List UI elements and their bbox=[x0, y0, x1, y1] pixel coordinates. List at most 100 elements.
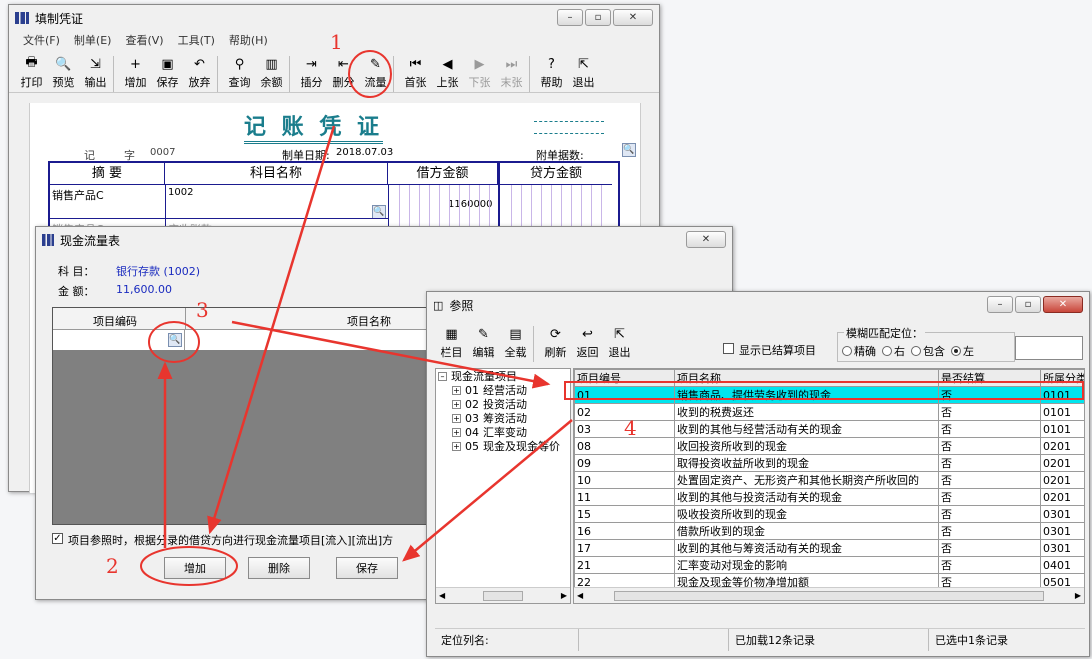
menu-item[interactable]: 工具(T) bbox=[178, 32, 215, 48]
table-row[interactable]: 02 收到的税费返还否 0101 bbox=[574, 403, 1084, 421]
toolbar-button[interactable]: ▣ 保存 bbox=[151, 54, 183, 92]
tree-scrollbar[interactable]: ◀ ▶ bbox=[436, 587, 570, 603]
fuzzy-match-group: 模糊匹配定位： 精确 右 包含 左 bbox=[837, 325, 1015, 362]
expand-icon[interactable]: + bbox=[452, 427, 461, 437]
minimize-button[interactable]: – bbox=[557, 9, 583, 26]
tree-item[interactable]: +04 汇率变动 bbox=[436, 425, 570, 439]
toolbar-button[interactable]: ✎ 编辑 bbox=[467, 324, 499, 362]
tree-item[interactable]: +05 现金及现金等价 bbox=[436, 439, 570, 453]
maximize-button[interactable]: ▫ bbox=[585, 9, 611, 26]
table-row[interactable]: 11 收到的其他与投资活动有关的现金否 0201 bbox=[574, 488, 1084, 506]
table-row[interactable]: 10 处置固定资产、无形资产和其他长期资产所收回的否 0201 bbox=[574, 471, 1084, 489]
fuzzy-option[interactable]: 右 bbox=[882, 343, 905, 359]
scroll-right-icon[interactable]: ▶ bbox=[561, 591, 567, 600]
row1-summary[interactable]: 销售产品C bbox=[52, 187, 104, 203]
menu-item[interactable]: 帮助(H) bbox=[229, 32, 268, 48]
toolbar-button[interactable]: ▦ 栏目 bbox=[435, 324, 467, 362]
tree-item[interactable]: +03 筹资活动 bbox=[436, 411, 570, 425]
toolbar-button[interactable]: 🔍 预览 bbox=[47, 54, 79, 92]
tree-root[interactable]: – 现金流量项目 bbox=[436, 369, 570, 383]
reference-checkbox[interactable]: ✓ bbox=[52, 533, 63, 544]
expand-icon[interactable]: + bbox=[452, 385, 461, 395]
delete-button[interactable]: 删除 bbox=[248, 557, 310, 579]
toolbar-button[interactable]: ⟳ 刷新 bbox=[539, 324, 571, 362]
voucher-number[interactable]: 0007 bbox=[150, 147, 175, 158]
project-lookup-icon[interactable]: 🔍 bbox=[168, 333, 182, 347]
toolbar-button[interactable]: ▤ 全载 bbox=[499, 324, 531, 362]
fuzzy-option[interactable]: 左 bbox=[951, 343, 974, 359]
project-code-input[interactable] bbox=[53, 330, 185, 350]
toolbar-button[interactable]: ⇥ 插分 bbox=[295, 54, 327, 92]
maximize-button[interactable]: ▫ bbox=[1015, 296, 1041, 313]
close-button[interactable]: ✕ bbox=[1043, 296, 1083, 313]
toolbar-button[interactable]: ⇤ 删分 bbox=[327, 54, 359, 92]
table-cell-settled: 否 bbox=[938, 403, 1041, 421]
row1-account[interactable]: 1002 bbox=[168, 187, 193, 198]
menu-item[interactable]: 查看(V) bbox=[125, 32, 163, 48]
add-button[interactable]: 增加 bbox=[164, 557, 226, 579]
radio-icon[interactable] bbox=[842, 346, 852, 356]
toolbar-button[interactable]: ↶ 放弃 bbox=[183, 54, 215, 92]
expand-icon[interactable]: + bbox=[452, 399, 461, 409]
close-button[interactable]: ✕ bbox=[613, 9, 653, 26]
scroll-left-icon[interactable]: ◀ bbox=[577, 591, 583, 600]
radio-icon[interactable] bbox=[911, 346, 921, 356]
tree-item[interactable]: +02 投资活动 bbox=[436, 397, 570, 411]
scroll-left-icon[interactable]: ◀ bbox=[439, 591, 445, 600]
expand-icon[interactable]: + bbox=[452, 413, 461, 423]
scroll-right-icon[interactable]: ▶ bbox=[1075, 591, 1081, 600]
bar-chart-icon: ▥ bbox=[265, 56, 278, 72]
scroll-thumb[interactable] bbox=[483, 590, 523, 601]
toolbar-button[interactable]: ✎ 流量 bbox=[359, 54, 391, 92]
toolbar-button[interactable]: ⏮ 首张 bbox=[399, 54, 431, 92]
table-cell-code: 21 bbox=[574, 556, 675, 574]
toolbar-button[interactable]: ⇱ 退出 bbox=[603, 324, 635, 362]
account-lookup-icon[interactable]: 🔍 bbox=[372, 205, 386, 219]
radio-icon[interactable] bbox=[882, 346, 892, 356]
column-header[interactable]: 是否结算 bbox=[938, 369, 1041, 387]
radio-icon[interactable] bbox=[951, 346, 961, 356]
toolbar-button[interactable]: ⏭ 末张 bbox=[495, 54, 527, 92]
show-closed-checkbox[interactable] bbox=[723, 343, 734, 354]
save-button[interactable]: 保存 bbox=[336, 557, 398, 579]
tree-item-code: 03 bbox=[465, 411, 479, 425]
toolbar-label: 打印 bbox=[20, 76, 43, 89]
table-cell-name: 销售商品、提供劳务收到的现金 bbox=[674, 386, 939, 404]
table-row[interactable]: 15 吸收投资所收到的现金否 0301 bbox=[574, 505, 1084, 523]
column-header[interactable]: 项目编号 bbox=[574, 369, 675, 387]
tree-item[interactable]: +01 经营活动 bbox=[436, 383, 570, 397]
table-row[interactable]: 16 借款所收到的现金否 0301 bbox=[574, 522, 1084, 540]
toolbar-button[interactable]: ? 帮助 bbox=[535, 54, 567, 92]
attachments-lookup-icon[interactable]: 🔍 bbox=[622, 143, 636, 157]
toolbar-button[interactable]: + 增加 bbox=[119, 54, 151, 92]
table-scrollbar[interactable]: ◀ ▶ bbox=[574, 587, 1084, 603]
column-header[interactable]: 所属分类 bbox=[1040, 369, 1084, 387]
close-button[interactable]: ✕ bbox=[686, 231, 726, 248]
minimize-button[interactable]: – bbox=[987, 296, 1013, 313]
toolbar-button[interactable]: ⚲ 查询 bbox=[223, 54, 255, 92]
expand-icon[interactable]: + bbox=[452, 441, 461, 451]
toolbar-button[interactable]: ▶ 下张 bbox=[463, 54, 495, 92]
table-row[interactable]: 09 取得投资收益所收到的现金否 0201 bbox=[574, 454, 1084, 472]
menu-item[interactable]: 制单(E) bbox=[74, 32, 112, 48]
collapse-icon[interactable]: – bbox=[438, 371, 447, 381]
fuzzy-option[interactable]: 包含 bbox=[911, 343, 945, 359]
toolbar-button[interactable]: 🖶 打印 bbox=[15, 54, 47, 92]
table-row[interactable]: 03 收到的其他与经营活动有关的现金否 0101 bbox=[574, 420, 1084, 438]
scroll-thumb[interactable] bbox=[614, 590, 1044, 601]
fuzzy-search-input[interactable] bbox=[1015, 336, 1083, 360]
fuzzy-option[interactable]: 精确 bbox=[842, 343, 876, 359]
menu-item[interactable]: 文件(F) bbox=[23, 32, 60, 48]
toolbar-button[interactable]: ⇱ 退出 bbox=[567, 54, 599, 92]
toolbar-button[interactable]: ◀ 上张 bbox=[431, 54, 463, 92]
table-row[interactable]: 08 收回投资所收到的现金否 0201 bbox=[574, 437, 1084, 455]
column-header[interactable]: 项目名称 bbox=[674, 369, 939, 387]
table-row[interactable]: 01 销售商品、提供劳务收到的现金否 0101 bbox=[574, 386, 1084, 404]
voucher-date[interactable]: 2018.07.03 bbox=[336, 147, 393, 158]
toolbar-button[interactable]: ▥ 余额 bbox=[255, 54, 287, 92]
table-row[interactable]: 21 汇率变动对现金的影响否 0401 bbox=[574, 556, 1084, 574]
table-row[interactable]: 17 收到的其他与筹资活动有关的现金否 0301 bbox=[574, 539, 1084, 557]
toolbar-button[interactable]: ⇲ 输出 bbox=[79, 54, 111, 92]
toolbar-button[interactable]: ↩ 返回 bbox=[571, 324, 603, 362]
reference-toolbar: ▦ 栏目 ✎ 编辑 ▤ 全载 ⟳ 刷新 ↩ 返回 ⇱ 退出 bbox=[429, 322, 635, 362]
